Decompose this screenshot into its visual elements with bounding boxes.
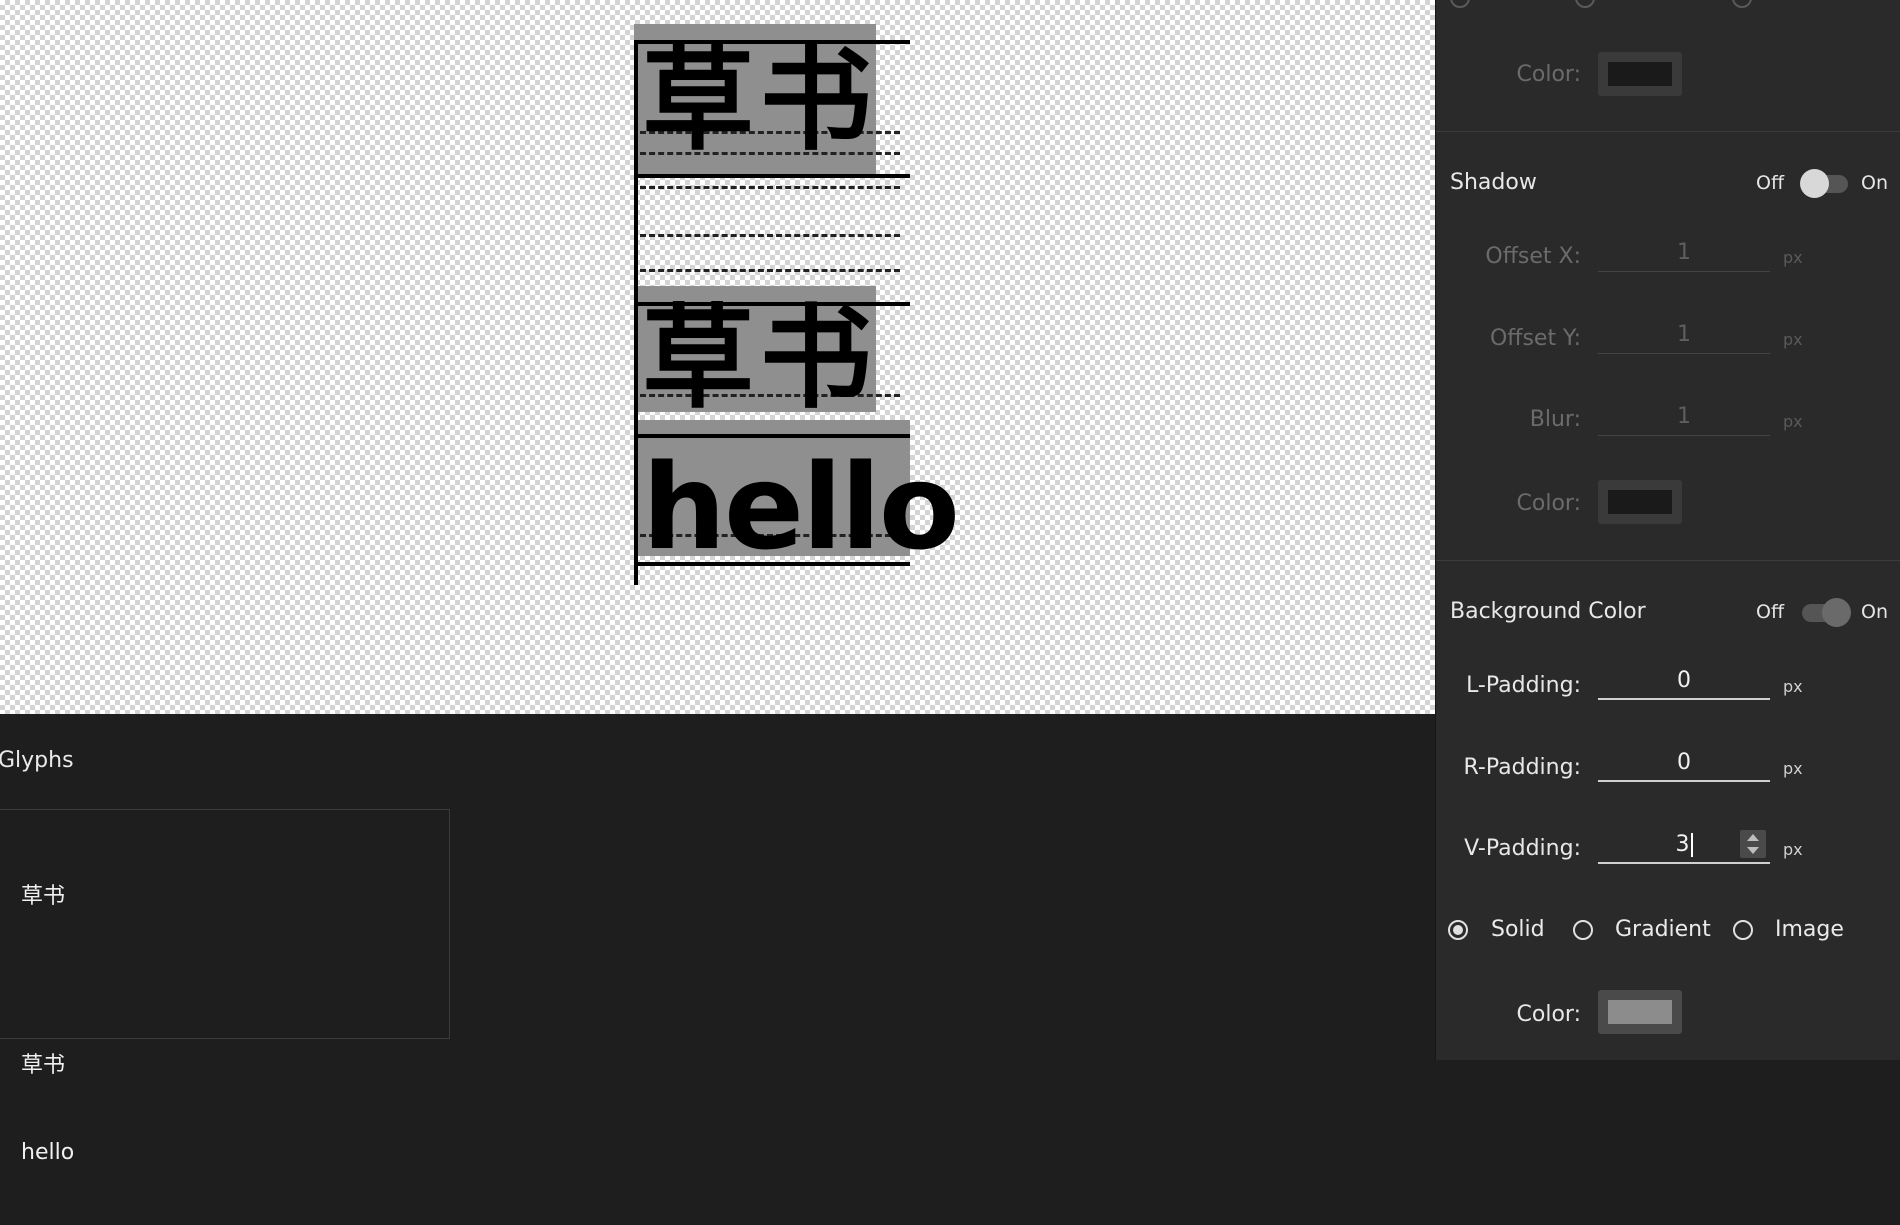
fill-image-radio[interactable]	[1733, 920, 1753, 940]
baseline-rule	[634, 562, 910, 566]
offset-y-label: Offset Y:	[1489, 326, 1581, 351]
glyphs-panel-title: Glyphs	[0, 748, 74, 773]
shadow-on-label: On	[1861, 172, 1888, 194]
radio-gradient-partial[interactable]	[1575, 0, 1595, 8]
blur-unit: px	[1783, 412, 1803, 431]
shadow-color-swatch[interactable]	[1598, 480, 1682, 524]
background-toggle[interactable]	[1802, 598, 1851, 627]
blur-input[interactable]: 1	[1598, 400, 1770, 436]
shadow-color-label: Color:	[1516, 491, 1581, 516]
l-padding-input[interactable]: 0	[1598, 664, 1770, 700]
v-padding-spinner[interactable]	[1740, 830, 1766, 858]
background-color-swatch[interactable]	[1598, 990, 1682, 1034]
glyphs-text: 草书 草书 hello	[21, 824, 74, 1225]
v-padding-value: 3	[1675, 832, 1690, 857]
spinner-down-icon[interactable]	[1747, 847, 1759, 854]
preview-glyph-row-1: 草书	[642, 36, 878, 166]
glyph-atlas: 草书 草书 hello	[634, 24, 960, 585]
baseline-rule	[634, 174, 910, 178]
glyph-line: hello	[21, 1140, 75, 1165]
background-on-label: On	[1861, 601, 1888, 623]
shadow-toggle-knob	[1800, 169, 1829, 198]
outline-color-swatch[interactable]	[1598, 52, 1682, 96]
font-preview-canvas: 草书 草书 hello	[0, 0, 1435, 714]
section-divider	[1436, 131, 1900, 132]
guide-line	[640, 186, 900, 189]
background-off-label: Off	[1756, 601, 1785, 623]
shadow-off-label: Off	[1756, 172, 1785, 194]
glyphs-text-area[interactable]: 草书 草书 hello	[0, 809, 450, 1165]
blur-label: Blur:	[1529, 407, 1581, 432]
fill-gradient-label[interactable]: Gradient	[1615, 917, 1711, 942]
background-toggle-knob	[1822, 598, 1851, 627]
background-color-fill	[1608, 1000, 1672, 1024]
inspector-panel: Color: Shadow Off On Offset X: 1 px Offs…	[1435, 0, 1900, 1060]
l-padding-unit: px	[1783, 677, 1803, 696]
preview-glyph-row-3: hello	[642, 438, 960, 576]
v-padding-label: V-Padding:	[1464, 836, 1581, 861]
guide-line	[640, 269, 900, 272]
shadow-color-fill	[1608, 490, 1672, 514]
offset-y-unit: px	[1783, 330, 1803, 349]
baseline-rule	[634, 302, 910, 306]
background-color-label: Color:	[1516, 1002, 1581, 1027]
fill-solid-radio[interactable]	[1448, 920, 1468, 940]
left-edge-rule	[634, 40, 638, 585]
fill-solid-label[interactable]: Solid	[1491, 917, 1545, 942]
l-padding-label: L-Padding:	[1466, 673, 1581, 698]
preview-glyph-row-2: 草书	[642, 294, 878, 424]
background-section-title: Background Color	[1450, 599, 1646, 624]
fill-gradient-radio[interactable]	[1573, 920, 1593, 940]
offset-x-unit: px	[1783, 248, 1803, 267]
glyph-line-empty	[21, 969, 74, 993]
r-padding-label: R-Padding:	[1463, 755, 1581, 780]
radio-image-partial[interactable]	[1732, 0, 1752, 8]
radio-solid-partial[interactable]	[1450, 0, 1470, 8]
glyph-line: 草书	[21, 1053, 66, 1078]
shadow-section-title: Shadow	[1450, 170, 1537, 195]
shadow-toggle[interactable]	[1800, 169, 1848, 198]
baseline-rule	[634, 434, 910, 438]
r-padding-unit: px	[1783, 759, 1803, 778]
baseline-rule	[634, 40, 910, 44]
v-padding-unit: px	[1783, 840, 1803, 859]
offset-x-input[interactable]: 1	[1598, 236, 1770, 272]
r-padding-input[interactable]: 0	[1598, 746, 1770, 782]
guide-line	[640, 234, 900, 237]
text-caret	[1690, 833, 1693, 857]
glyph-line: 草书	[21, 884, 66, 909]
offset-x-label: Offset X:	[1485, 244, 1581, 269]
outline-color-label: Color:	[1516, 62, 1581, 87]
outline-color-fill	[1608, 62, 1672, 86]
offset-y-input[interactable]: 1	[1598, 318, 1770, 354]
spinner-up-icon[interactable]	[1747, 834, 1759, 841]
section-divider	[1436, 560, 1900, 561]
fill-image-label[interactable]: Image	[1775, 917, 1844, 942]
